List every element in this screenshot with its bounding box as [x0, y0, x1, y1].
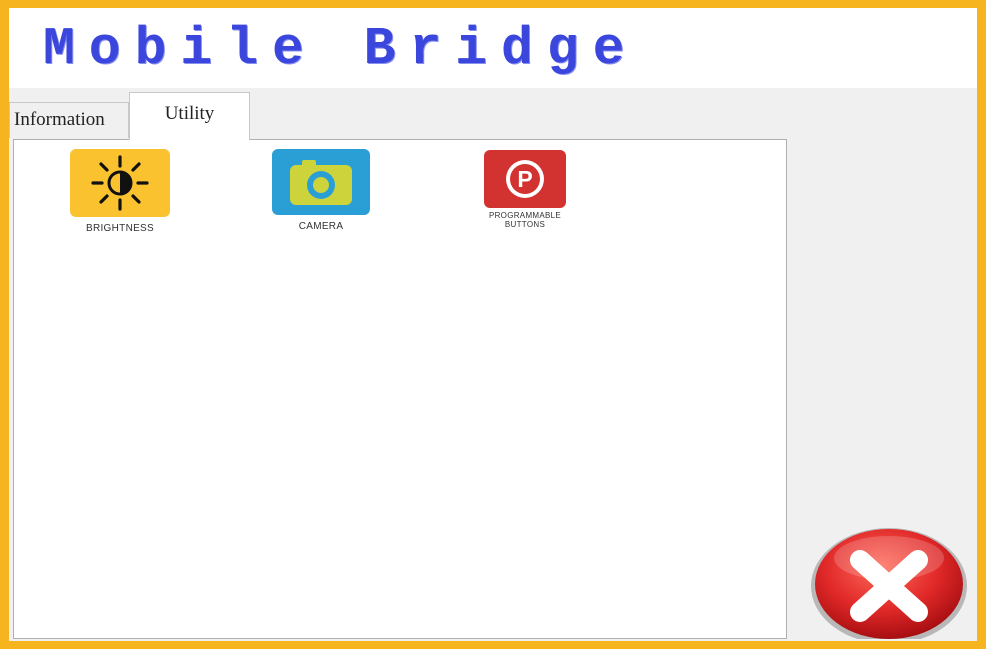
brightness-icon [91, 155, 149, 211]
close-button[interactable] [808, 526, 970, 641]
tab-strip: Information Utility [9, 90, 977, 140]
app-window: Mobile Bridge Information Utility BRIGHT… [9, 8, 977, 641]
programmable-buttons-tool[interactable]: P PROGRAMMABLE BUTTONS [460, 150, 590, 229]
tab-information[interactable]: Information [9, 102, 129, 138]
camera-tool[interactable]: CAMERA [256, 149, 386, 232]
app-title: Mobile Bridge [43, 19, 639, 79]
title-banner: Mobile Bridge [9, 8, 977, 88]
utility-panel: BRIGHTNESS CAMERA P PROGRAMMABLE BUTTONS [13, 139, 787, 639]
programmable-tile[interactable]: P [484, 150, 566, 208]
close-x-icon [811, 528, 967, 641]
brightness-label: BRIGHTNESS [85, 223, 154, 234]
tab-utility[interactable]: Utility [129, 92, 250, 140]
camera-tile[interactable] [272, 149, 370, 215]
brightness-tool[interactable]: BRIGHTNESS [55, 149, 185, 234]
programmable-p-icon: P [506, 160, 544, 198]
svg-text:P: P [517, 166, 532, 192]
programmable-buttons-label: PROGRAMMABLE BUTTONS [488, 211, 562, 229]
brightness-tile[interactable] [70, 149, 170, 217]
camera-icon [290, 160, 352, 205]
camera-label: CAMERA [298, 221, 344, 232]
